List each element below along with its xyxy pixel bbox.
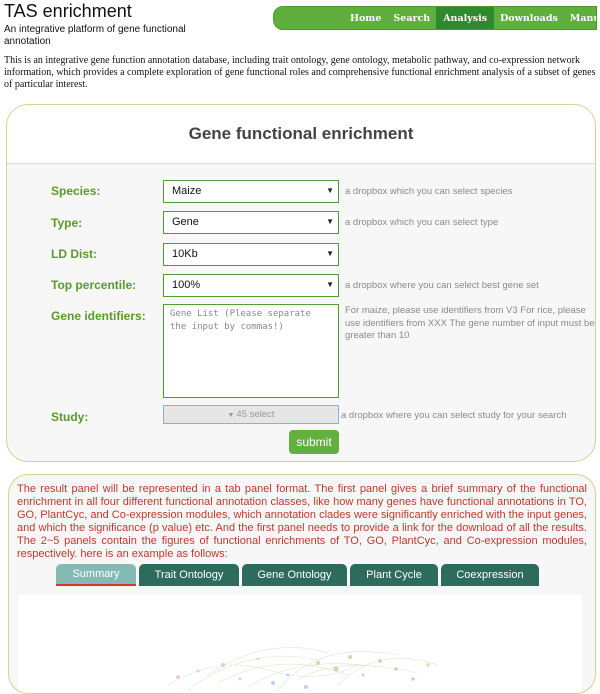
panel-header: Gene functional enrichment — [7, 105, 595, 164]
type-hint: a dropbox which you can select type — [345, 217, 499, 228]
type-value: Gene — [172, 216, 199, 228]
network-graph-image — [167, 647, 439, 691]
type-select[interactable]: Gene ▼ — [163, 211, 339, 234]
nav-analysis[interactable]: Analysis — [436, 7, 495, 29]
form-title: Gene functional enrichment — [188, 124, 414, 143]
study-hint: a dropbox where you can select study for… — [341, 410, 567, 421]
dropdown-arrow-icon: ▼ — [326, 280, 334, 289]
main-nav: Home Search Analysis Downloads Manual — [273, 6, 597, 30]
intro-text: This is an integrative gene function ann… — [4, 55, 596, 90]
species-hint: a dropbox which you can select species — [345, 186, 513, 197]
species-value: Maize — [172, 185, 202, 197]
enrichment-form-panel: Gene functional enrichment Species: Maiz… — [6, 104, 596, 462]
ld-dist-select[interactable]: 10Kb ▼ — [163, 243, 339, 266]
tab-plant-cycle[interactable]: Plant Cycle — [350, 564, 438, 586]
dropdown-arrow-icon: ▼ — [326, 249, 334, 258]
tab-coexpression[interactable]: Coexpression — [441, 564, 539, 586]
type-label: Type: — [51, 216, 83, 230]
dropdown-arrow-icon: ▼ — [326, 186, 334, 195]
top-percentile-value: 100% — [172, 279, 201, 291]
nav-home[interactable]: Home — [344, 7, 387, 29]
result-description: The result panel will be represented in … — [17, 483, 587, 560]
study-label: Study: — [51, 410, 89, 424]
result-panel: The result panel will be represented in … — [8, 474, 596, 694]
study-select[interactable]: ▼ 45 select — [163, 405, 339, 424]
ld-dist-label: LD Dist: — [51, 247, 97, 261]
tab-trait-ontology[interactable]: Trait Ontology — [139, 564, 239, 586]
study-value: 45 select — [236, 409, 275, 420]
submit-button[interactable]: submit — [289, 430, 339, 454]
top-percentile-select[interactable]: 100% ▼ — [163, 274, 339, 297]
dropdown-arrow-icon: ▼ — [326, 217, 334, 226]
species-label: Species: — [51, 184, 101, 198]
tab-gene-ontology[interactable]: Gene Ontology — [242, 564, 347, 586]
site-title: TAS enrichment — [4, 1, 132, 21]
nav-search[interactable]: Search — [387, 7, 436, 29]
ld-dist-value: 10Kb — [172, 248, 198, 260]
gene-identifiers-label: Gene identifiers: — [51, 309, 146, 323]
result-tabs: Summary Trait Ontology Gene Ontology Pla… — [56, 564, 542, 586]
nav-manual[interactable]: Manual — [564, 7, 596, 29]
top-percentile-hint: a dropbox where you can select best gene… — [345, 280, 539, 291]
nav-downloads[interactable]: Downloads — [494, 7, 564, 29]
network-figure — [18, 595, 582, 693]
tab-summary[interactable]: Summary — [56, 564, 136, 586]
species-select[interactable]: Maize ▼ — [163, 180, 339, 203]
top-percentile-label: Top percentile: — [51, 278, 137, 292]
gene-identifiers-hint: For maize, please use identifiers from V… — [345, 305, 595, 341]
site-subtitle: An integrative platform of gene function… — [4, 24, 186, 47]
gene-identifiers-textarea[interactable]: Gene List (Please separate the input by … — [163, 304, 339, 398]
